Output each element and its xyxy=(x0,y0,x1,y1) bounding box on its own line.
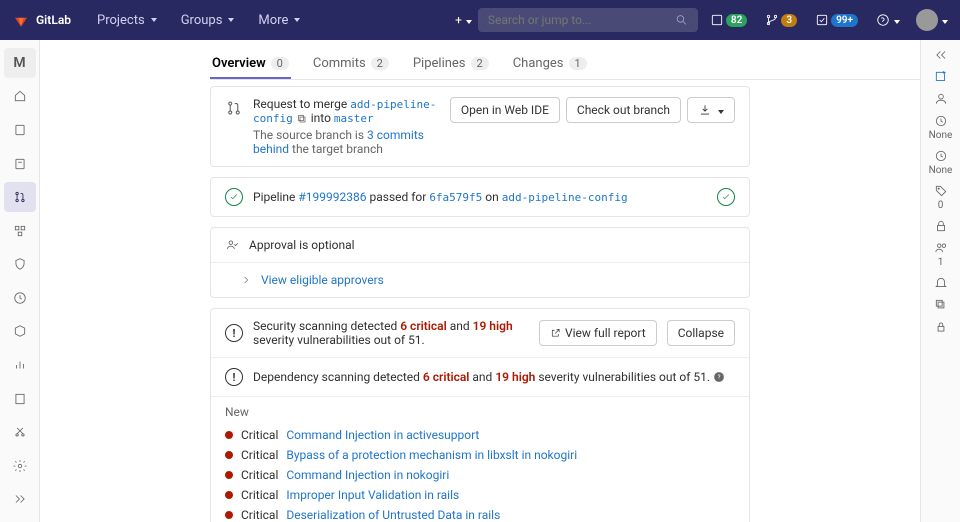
todo-icon xyxy=(815,13,829,27)
download-icon xyxy=(698,103,712,117)
nav-mrs[interactable] xyxy=(4,182,36,212)
nav-snippets[interactable] xyxy=(4,417,36,447)
collapse-right[interactable] xyxy=(925,48,957,62)
nav-collapse[interactable] xyxy=(4,485,36,515)
mr-button[interactable]: 3 xyxy=(759,9,803,31)
reference[interactable] xyxy=(925,298,957,312)
new-label: New xyxy=(225,405,735,419)
vuln-link[interactable]: Bypass of a protection mechanism in libx… xyxy=(286,448,577,462)
tab-overview[interactable]: Overview0 xyxy=(210,48,291,79)
nav-repo[interactable] xyxy=(4,115,36,145)
todos-button[interactable]: 99+ xyxy=(809,9,864,31)
vuln-item[interactable]: Critical Improper Input Validation in ra… xyxy=(225,485,735,505)
vuln-link[interactable]: Improper Input Validation in rails xyxy=(286,488,459,502)
nav-issues[interactable] xyxy=(4,149,36,179)
chevron-right-icon[interactable] xyxy=(241,273,251,287)
dependency-summary: Dependency scanning detected 6 critical … xyxy=(253,370,735,385)
pipeline-sha-link[interactable]: 6fa579f5 xyxy=(429,191,482,204)
merge-request-title: Request to merge add-pipeline-config int… xyxy=(253,97,440,125)
help-icon xyxy=(876,13,890,27)
search-icon xyxy=(675,13,688,27)
pipeline-branch-link[interactable]: add-pipeline-config xyxy=(502,191,628,204)
external-icon xyxy=(550,326,561,340)
brand-text: GitLab xyxy=(36,13,71,27)
branch-behind-text: The source branch is 3 commits behind th… xyxy=(253,128,440,156)
nav-settings[interactable] xyxy=(4,451,36,481)
view-approvers-link[interactable]: View eligible approvers xyxy=(261,273,384,287)
move[interactable] xyxy=(925,320,957,334)
more-menu[interactable]: More xyxy=(248,7,310,34)
nav-wiki[interactable] xyxy=(4,384,36,414)
vuln-link[interactable]: Command Injection in activesupport xyxy=(286,428,479,442)
severity-dot xyxy=(225,431,233,439)
nav-security[interactable] xyxy=(4,249,36,279)
nav-packages[interactable] xyxy=(4,317,36,347)
mr-icon xyxy=(225,99,243,117)
projects-menu[interactable]: Projects xyxy=(87,7,167,34)
tab-commits[interactable]: Commits2 xyxy=(311,48,391,79)
pipeline-id-link[interactable]: #199992386 xyxy=(298,190,366,204)
nav-ci[interactable] xyxy=(4,216,36,246)
collapse-button[interactable]: Collapse xyxy=(667,320,735,346)
user-avatar[interactable] xyxy=(916,9,938,31)
tanuki-icon xyxy=(12,11,30,29)
merge-icon xyxy=(765,13,779,27)
help-button[interactable] xyxy=(870,9,906,31)
labels[interactable]: 0 xyxy=(925,184,957,211)
vuln-item[interactable]: Critical Deserialization of Untrusted Da… xyxy=(225,505,735,522)
help-icon[interactable]: ? xyxy=(713,370,725,384)
view-full-report-button[interactable]: View full report xyxy=(539,320,657,346)
tab-changes[interactable]: Changes1 xyxy=(511,48,589,79)
pipeline-pass-icon[interactable] xyxy=(717,188,735,206)
notifications[interactable] xyxy=(925,276,957,290)
todo-add[interactable] xyxy=(925,70,957,84)
vuln-item[interactable]: Critical Bypass of a protection mechanis… xyxy=(225,445,735,465)
project-letter[interactable]: M xyxy=(4,48,36,78)
gitlab-logo[interactable]: GitLab xyxy=(12,11,71,29)
copy-icon[interactable] xyxy=(296,113,308,125)
download-button[interactable] xyxy=(687,97,735,123)
groups-menu[interactable]: Groups xyxy=(171,7,245,34)
svg-text:?: ? xyxy=(718,374,721,381)
target-branch-link[interactable]: master xyxy=(334,112,374,125)
participants[interactable]: 1 xyxy=(925,241,957,268)
issue-icon xyxy=(710,13,724,27)
checkout-branch-button[interactable]: Check out branch xyxy=(566,97,681,123)
assignee[interactable] xyxy=(925,92,957,106)
vuln-link[interactable]: Command Injection in nokogiri xyxy=(286,468,449,482)
warning-icon: ! xyxy=(225,324,243,342)
approval-icon xyxy=(225,238,239,252)
nav-analytics[interactable] xyxy=(4,350,36,380)
severity-dot xyxy=(225,471,233,479)
search-box[interactable] xyxy=(478,8,698,32)
severity-dot xyxy=(225,451,233,459)
vuln-item[interactable]: Critical Command Injection in activesupp… xyxy=(225,425,735,445)
issues-button[interactable]: 82 xyxy=(704,9,753,31)
pipeline-status-icon xyxy=(225,188,243,206)
vuln-link[interactable]: Deserialization of Untrusted Data in rai… xyxy=(286,508,500,522)
severity-dot xyxy=(225,491,233,499)
pipeline-text: Pipeline #199992386 passed for 6fa579f5 … xyxy=(253,190,707,204)
search-input[interactable] xyxy=(488,13,675,27)
tab-pipelines[interactable]: Pipelines2 xyxy=(411,48,491,79)
time[interactable]: None xyxy=(925,149,957,176)
security-summary: Security scanning detected 6 critical an… xyxy=(253,319,529,347)
lock[interactable] xyxy=(925,219,957,233)
nav-ops[interactable] xyxy=(4,283,36,313)
vuln-item[interactable]: Critical Command Injection in nokogiri xyxy=(225,465,735,485)
open-web-ide-button[interactable]: Open in Web IDE xyxy=(450,97,560,123)
warning-icon: ! xyxy=(225,368,243,386)
milestone[interactable]: None xyxy=(925,114,957,141)
plus-menu[interactable]: + xyxy=(449,9,478,31)
severity-dot xyxy=(225,511,233,519)
nav-home[interactable] xyxy=(4,82,36,112)
approval-text: Approval is optional xyxy=(249,238,355,252)
